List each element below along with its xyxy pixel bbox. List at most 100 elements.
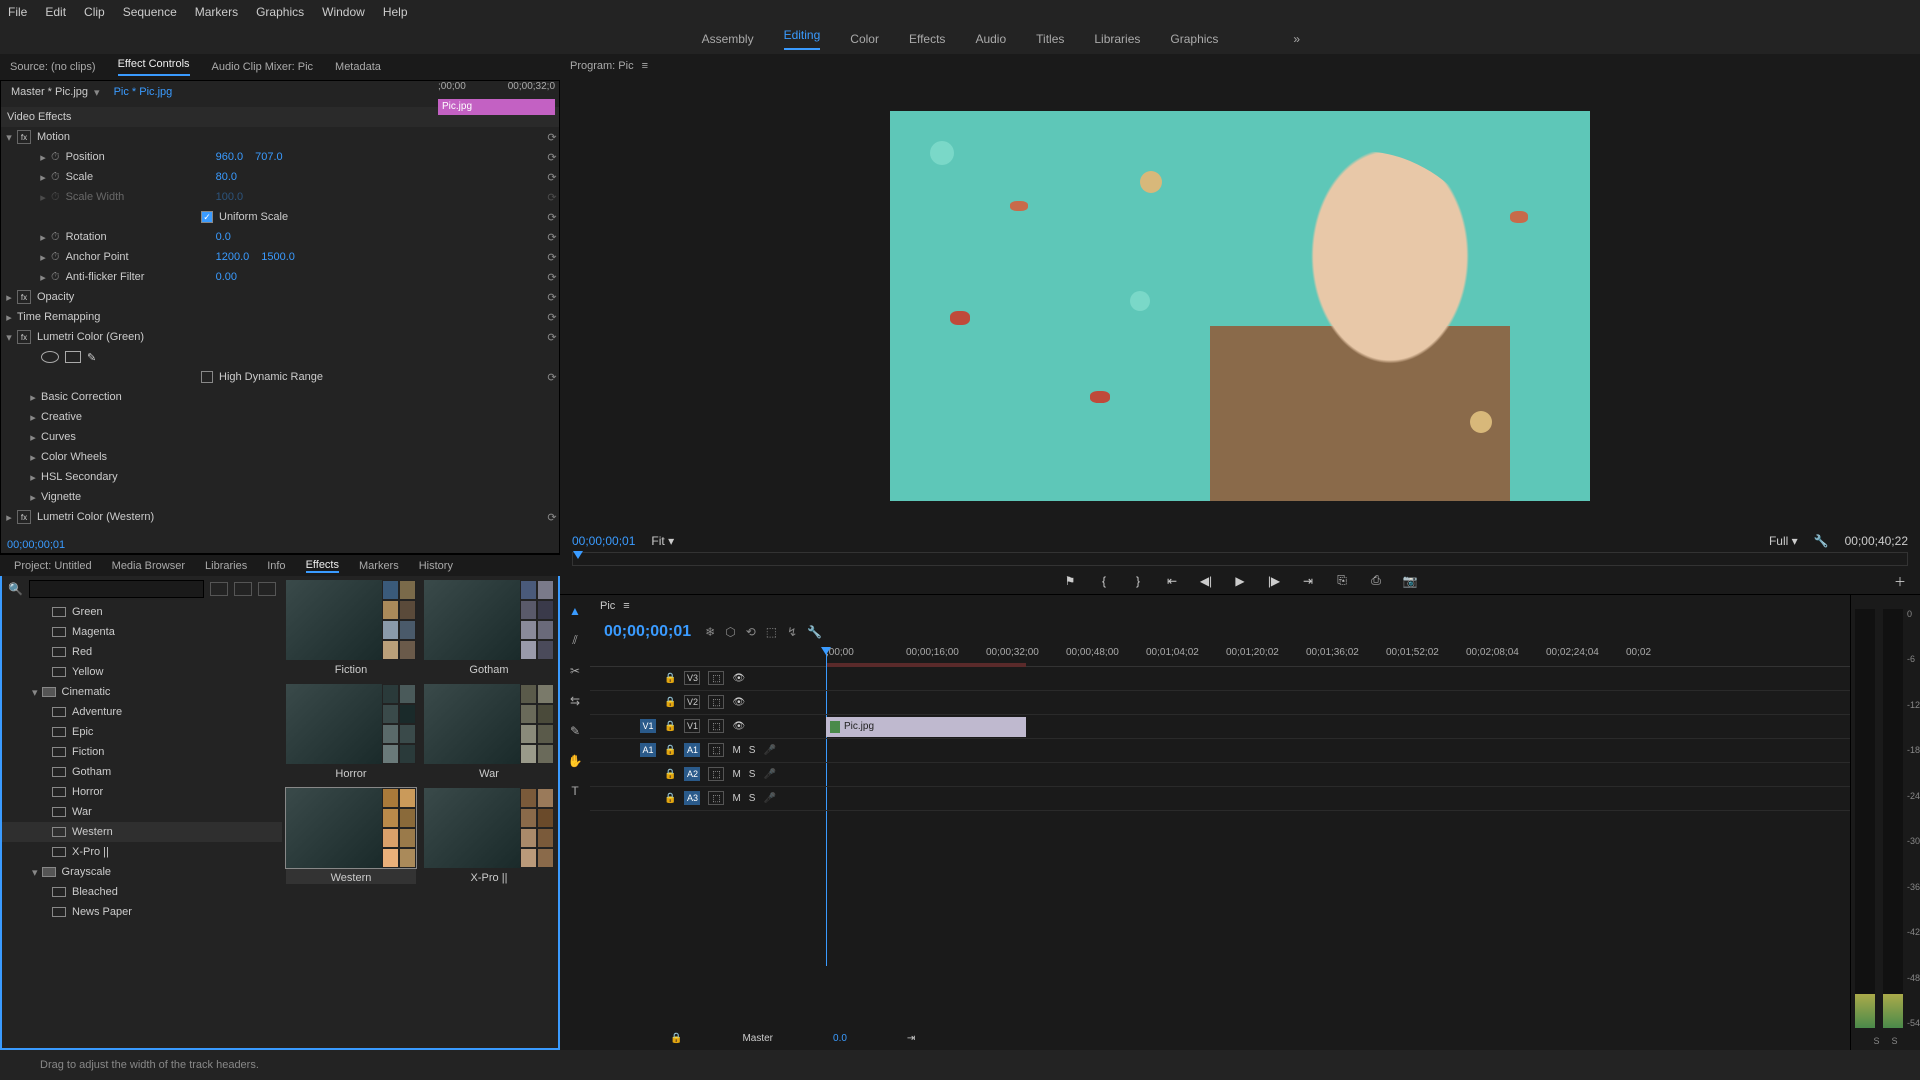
tl-opt-icon-2[interactable]: ⟲ (746, 625, 756, 639)
ws-titles[interactable]: Titles (1036, 32, 1064, 46)
prop-value[interactable]: 0.0 (216, 231, 231, 243)
disclosure-icon[interactable] (1, 291, 17, 304)
solo-button[interactable]: S (749, 769, 756, 780)
disclosure-icon[interactable] (1, 311, 17, 324)
stopwatch-icon[interactable]: ⏱ (51, 191, 60, 204)
step-back-button[interactable]: ◀| (1198, 573, 1214, 589)
goto-in-button[interactable]: ⇤ (1164, 573, 1180, 589)
preset-war[interactable]: War (424, 684, 554, 780)
filter-chip-1[interactable] (210, 582, 228, 596)
ws-audio[interactable]: Audio (975, 32, 1006, 46)
track-target[interactable]: V1 (684, 719, 700, 733)
tl-opt-icon-4[interactable]: ↯ (787, 625, 797, 639)
tree-item-yellow[interactable]: Yellow (2, 662, 282, 682)
eye-icon[interactable]: 👁 (732, 697, 745, 708)
menu-markers[interactable]: Markers (195, 5, 238, 19)
sync-lock-icon[interactable]: ⬚ (708, 671, 724, 685)
ec-timecode[interactable]: 00;00;00;01 (7, 539, 65, 551)
ec-chevron-icon[interactable]: ▾ (94, 86, 100, 99)
tree-item-grayscale[interactable]: ▾Grayscale (2, 862, 282, 882)
sync-lock-icon[interactable]: ⬚ (708, 743, 724, 757)
ws-libraries[interactable]: Libraries (1094, 32, 1140, 46)
reset-icon[interactable] (545, 231, 559, 244)
prop-value[interactable]: 1200.0 (216, 251, 250, 263)
tab-source[interactable]: Source: (no clips) (10, 61, 96, 73)
prop-value[interactable]: 960.0 (216, 151, 244, 163)
timeline-clip[interactable]: Pic.jpg (826, 717, 1026, 737)
reset-icon[interactable] (545, 171, 559, 184)
reset-icon[interactable] (545, 211, 559, 224)
lift-button[interactable]: ⎘ (1334, 573, 1350, 589)
ws-overflow-icon[interactable]: » (1293, 32, 1300, 46)
tree-item-fiction[interactable]: Fiction (2, 742, 282, 762)
section-label[interactable]: Curves (41, 431, 191, 443)
timeline-ruler[interactable]: ,00;0000;00;16;0000;00;32;0000;00;48;000… (590, 647, 1850, 667)
reset-icon[interactable] (545, 331, 559, 344)
menu-clip[interactable]: Clip (84, 5, 105, 19)
snapshot-button[interactable]: 📷 (1402, 573, 1418, 589)
sync-lock-icon[interactable]: ⬚ (708, 791, 724, 805)
reset-icon[interactable] (545, 291, 559, 304)
fx-badge-icon[interactable]: fx (17, 130, 31, 144)
effect-name[interactable]: Lumetri Color (Western) (37, 511, 187, 523)
ws-graphics[interactable]: Graphics (1170, 32, 1218, 46)
disclosure-icon[interactable]: ▾ (32, 866, 38, 879)
reset-icon[interactable] (545, 251, 559, 264)
master-value[interactable]: 0.0 (833, 1033, 847, 1044)
menu-window[interactable]: Window (322, 5, 365, 19)
preset-x-pro-[interactable]: X-Pro || (424, 788, 554, 884)
fit-dropdown[interactable]: Fit ▾ (651, 534, 674, 548)
prop-value[interactable]: 707.0 (255, 151, 283, 163)
menu-help[interactable]: Help (383, 5, 408, 19)
source-patch[interactable]: A1 (640, 743, 656, 757)
lock-icon[interactable]: 🔒 (664, 769, 676, 780)
effect-name[interactable]: Opacity (37, 291, 187, 303)
preset-gotham[interactable]: Gotham (424, 580, 554, 676)
eye-icon[interactable]: 👁 (732, 673, 745, 684)
tab-project-untitled[interactable]: Project: Untitled (14, 560, 92, 572)
disclosure-icon[interactable] (35, 171, 51, 184)
preset-fiction[interactable]: Fiction (286, 580, 416, 676)
selection-tool[interactable]: ▲ (565, 601, 585, 621)
tree-item-green[interactable]: Green (2, 602, 282, 622)
disclosure-icon[interactable] (1, 511, 17, 524)
master-skip-icon[interactable]: ⇥ (907, 1033, 915, 1044)
solo-button[interactable]: S (749, 745, 756, 756)
solo-button[interactable]: S (749, 793, 756, 804)
filter-chip-3[interactable] (258, 582, 276, 596)
disclosure-icon[interactable] (25, 451, 41, 464)
tl-opt-icon-5[interactable]: 🔧 (807, 625, 822, 639)
goto-out-button[interactable]: ⇥ (1300, 573, 1316, 589)
ws-effects[interactable]: Effects (909, 32, 945, 46)
tl-opt-icon-3[interactable]: ⬚ (766, 625, 777, 639)
track-target[interactable]: A1 (684, 743, 700, 757)
tab-metadata[interactable]: Metadata (335, 61, 381, 73)
tree-item-war[interactable]: War (2, 802, 282, 822)
tab-media-browser[interactable]: Media Browser (112, 560, 185, 572)
voice-icon[interactable]: 🎤 (763, 769, 775, 780)
tree-item-bleached[interactable]: Bleached (2, 882, 282, 902)
slip-tool[interactable]: ⇆ (565, 691, 585, 711)
fx-badge-icon[interactable]: fx (17, 290, 31, 304)
solo-left[interactable]: S (1873, 1036, 1879, 1046)
disclosure-icon[interactable] (35, 191, 51, 204)
tab-info[interactable]: Info (267, 560, 285, 572)
disclosure-icon[interactable] (25, 391, 41, 404)
tab-libraries[interactable]: Libraries (205, 560, 247, 572)
ellipse-mask-icon[interactable] (41, 351, 59, 363)
section-label[interactable]: Creative (41, 411, 191, 423)
effect-name[interactable]: Lumetri Color (Green) (37, 331, 187, 343)
timeline-timecode[interactable]: 00;00;00;01 (604, 623, 691, 641)
ec-clip-link[interactable]: Pic * Pic.jpg (114, 86, 173, 98)
ec-mini-timeline[interactable]: ;00;0000;00;32;0 Pic.jpg (434, 81, 559, 131)
fx-badge-icon[interactable]: fx (17, 330, 31, 344)
voice-icon[interactable]: 🎤 (763, 745, 775, 756)
in-button[interactable]: { (1096, 573, 1112, 589)
tl-opt-icon-0[interactable]: ❄ (705, 625, 715, 639)
stopwatch-icon[interactable]: ⏱ (51, 151, 60, 164)
razor-tool[interactable]: ✂ (565, 661, 585, 681)
voice-icon[interactable]: 🎤 (763, 793, 775, 804)
step-fwd-button[interactable]: |▶ (1266, 573, 1282, 589)
mute-button[interactable]: M (732, 745, 740, 756)
reset-icon[interactable] (545, 311, 559, 324)
